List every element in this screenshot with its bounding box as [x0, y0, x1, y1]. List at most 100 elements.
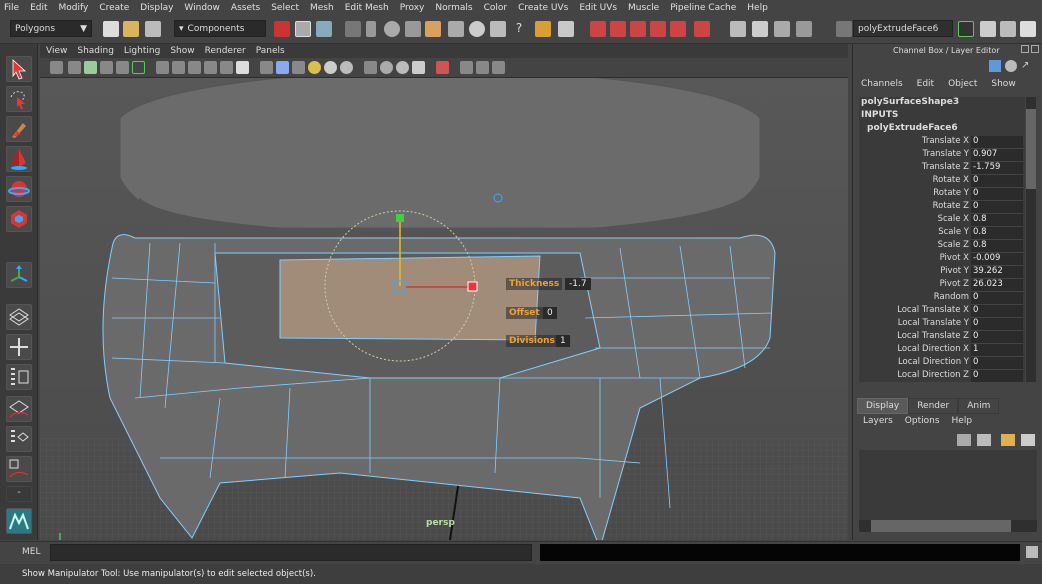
handle-mask-icon[interactable]: [490, 21, 506, 37]
channel-menu-edit[interactable]: Edit: [917, 79, 934, 89]
channel-row[interactable]: Local Direction Z0: [859, 370, 1023, 383]
menu-create-uvs[interactable]: Create UVs: [518, 3, 568, 13]
channel-box-toggle-icon[interactable]: [989, 60, 1001, 72]
channel-row[interactable]: Pivot Z 26.023: [859, 279, 1023, 292]
new-layer-icon[interactable]: [957, 434, 971, 446]
snap-icon[interactable]: [558, 21, 574, 37]
menu-proxy[interactable]: Proxy: [400, 3, 425, 13]
menu-window[interactable]: Window: [184, 3, 220, 13]
image-plane-icon[interactable]: [100, 61, 113, 74]
panel-menu-view[interactable]: View: [46, 46, 67, 56]
paint-select-tool-icon[interactable]: [6, 116, 32, 142]
face-mask-icon[interactable]: [425, 21, 441, 37]
xray-joints-icon[interactable]: [460, 61, 473, 74]
menu-muscle[interactable]: Muscle: [628, 3, 659, 13]
channel-row[interactable]: Pivot Y 39.262: [859, 266, 1023, 279]
menu-modify[interactable]: Modify: [59, 3, 89, 13]
channel-value[interactable]: 1: [971, 344, 1023, 357]
graph-editor-layout-icon[interactable]: [6, 456, 32, 482]
channel-row[interactable]: Translate X0: [859, 136, 1023, 149]
channel-row[interactable]: Local Translate Z0: [859, 331, 1023, 344]
channel-row[interactable]: Random 0: [859, 292, 1023, 305]
lasso-tool-icon[interactable]: [6, 86, 32, 112]
manipulator-y-handle[interactable]: [396, 214, 404, 222]
grid-icon[interactable]: [116, 61, 129, 74]
smooth-shade-icon[interactable]: [276, 61, 289, 74]
isolate-select-icon[interactable]: [436, 61, 449, 74]
channel-value[interactable]: 0: [971, 136, 1023, 149]
pivot-mask-icon[interactable]: [469, 21, 485, 37]
menu-edit-mesh[interactable]: Edit Mesh: [345, 3, 389, 13]
selection-mode-dropdown[interactable]: ▾ Components: [174, 20, 266, 37]
hypershade-icon[interactable]: [796, 21, 812, 37]
panel-menu-show[interactable]: Show: [170, 46, 194, 56]
new-layer-from-selected-icon[interactable]: [977, 434, 991, 446]
menu-mesh[interactable]: Mesh: [310, 3, 334, 13]
channel-value[interactable]: 0: [971, 331, 1023, 344]
pick-mask-icon[interactable]: [345, 21, 361, 37]
command-input[interactable]: [50, 544, 532, 561]
xray-active-icon[interactable]: [476, 61, 489, 74]
layer-menu-options[interactable]: Options: [905, 416, 940, 426]
resolution-gate-icon[interactable]: [156, 61, 169, 74]
channel-value[interactable]: 0: [971, 305, 1023, 318]
outliner-persp-layout-icon[interactable]: [6, 364, 32, 390]
menu-create[interactable]: Create: [99, 3, 129, 13]
open-scene-icon[interactable]: [123, 21, 139, 37]
lock-icon[interactable]: [535, 21, 551, 37]
menu-assets[interactable]: Assets: [231, 3, 260, 13]
use-default-light-icon[interactable]: [308, 61, 321, 74]
rotate-tool-icon[interactable]: [6, 176, 32, 202]
vertex-mask-icon[interactable]: [384, 21, 400, 37]
channel-row[interactable]: Scale Z 0.8: [859, 240, 1023, 253]
ambient-occlusion-icon[interactable]: [380, 61, 393, 74]
bookmarks-icon[interactable]: [84, 61, 97, 74]
camera-attributes-icon[interactable]: [68, 61, 81, 74]
snap-view-plane-icon[interactable]: [650, 21, 666, 37]
show-attribute-editor-icon[interactable]: [980, 21, 996, 37]
select-tool-icon[interactable]: [6, 56, 32, 82]
tool-settings-toggle-icon[interactable]: ↗: [1021, 60, 1033, 72]
selected-face[interactable]: [279, 255, 541, 341]
menu-select[interactable]: Select: [271, 3, 299, 13]
channel-row[interactable]: Rotate Z0: [859, 201, 1023, 214]
channel-value[interactable]: 0: [971, 292, 1023, 305]
channel-scrollbar[interactable]: [1026, 97, 1036, 382]
four-pane-layout-icon[interactable]: [6, 334, 32, 360]
select-by-hierarchy-icon[interactable]: [274, 21, 290, 37]
motion-blur-icon[interactable]: [396, 61, 409, 74]
channel-row[interactable]: Local Translate Y0: [859, 318, 1023, 331]
question-mark-icon[interactable]: ?: [511, 21, 527, 37]
float-panel-icon[interactable]: [1021, 45, 1029, 53]
menu-edit-uvs[interactable]: Edit UVs: [579, 3, 617, 13]
channel-value[interactable]: 0.8: [971, 214, 1023, 227]
script-editor-icon[interactable]: [1026, 546, 1038, 558]
gate-mask-icon[interactable]: [172, 61, 185, 74]
perspective-viewport[interactable]: Thickness -1.7 Offset 0 Divisions 1 pers…: [40, 78, 848, 540]
panel-menu-shading[interactable]: Shading: [77, 46, 114, 56]
show-manipulator-tool-icon[interactable]: [6, 262, 32, 288]
channel-value[interactable]: 0: [971, 175, 1023, 188]
show-tool-settings-icon[interactable]: [1000, 21, 1016, 37]
channel-row[interactable]: Local Direction X1: [859, 344, 1023, 357]
point-mask-icon[interactable]: [366, 21, 376, 37]
channel-row[interactable]: Local Translate X0: [859, 305, 1023, 318]
render-settings-icon[interactable]: [774, 21, 790, 37]
render-current-frame-icon[interactable]: [730, 21, 746, 37]
channel-value[interactable]: 26.023: [971, 279, 1023, 292]
menu-display[interactable]: Display: [140, 3, 173, 13]
xray-icon[interactable]: [340, 61, 353, 74]
channel-menu-show[interactable]: Show: [991, 79, 1015, 89]
menu-file[interactable]: File: [4, 3, 19, 13]
channel-value[interactable]: 0.8: [971, 240, 1023, 253]
panel-menu-lighting[interactable]: Lighting: [124, 46, 160, 56]
new-layer-add-icon[interactable]: [1001, 434, 1015, 446]
channel-row[interactable]: Scale X 0.8: [859, 214, 1023, 227]
channel-value[interactable]: 0: [971, 318, 1023, 331]
scale-tool-icon[interactable]: [6, 206, 32, 232]
text-icon[interactable]: [236, 61, 249, 74]
high-quality-icon[interactable]: [364, 61, 377, 74]
input-node-name[interactable]: polyExtrudeFace6: [867, 123, 958, 133]
anti-aliasing-icon[interactable]: [412, 61, 425, 74]
channel-value[interactable]: -1.759: [971, 162, 1023, 175]
